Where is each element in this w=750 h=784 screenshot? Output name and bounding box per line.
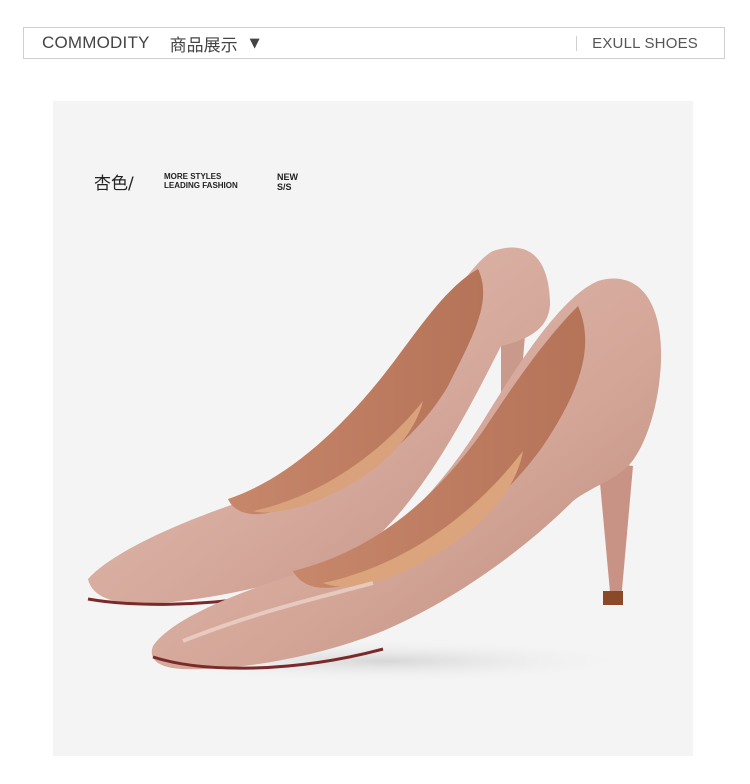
- caret-down-icon[interactable]: ▼: [250, 36, 260, 51]
- season-tag: NEW S/S: [277, 172, 298, 192]
- season-line-2: S/S: [277, 182, 292, 192]
- section-header: COMMODITY 商品展示 ▼ EXULL SHOES: [23, 27, 725, 59]
- brand-name: EXULL SHOES: [592, 34, 698, 52]
- color-label: 杏色/: [94, 174, 134, 194]
- season-line-1: NEW: [277, 172, 298, 182]
- product-image: 杏色/ MORE STYLES LEADING FASHION NEW S/S: [53, 101, 693, 756]
- section-title-en: COMMODITY: [42, 33, 150, 52]
- tagline: MORE STYLES LEADING FASHION: [164, 172, 238, 190]
- shoe-illustration: [87, 247, 662, 683]
- tagline-line-1: MORE STYLES: [164, 172, 222, 181]
- header-divider: [576, 36, 577, 51]
- tagline-line-2: LEADING FASHION: [164, 181, 238, 190]
- section-title-cn: 商品展示: [169, 35, 238, 56]
- section-title: COMMODITY 商品展示 ▼: [42, 28, 260, 58]
